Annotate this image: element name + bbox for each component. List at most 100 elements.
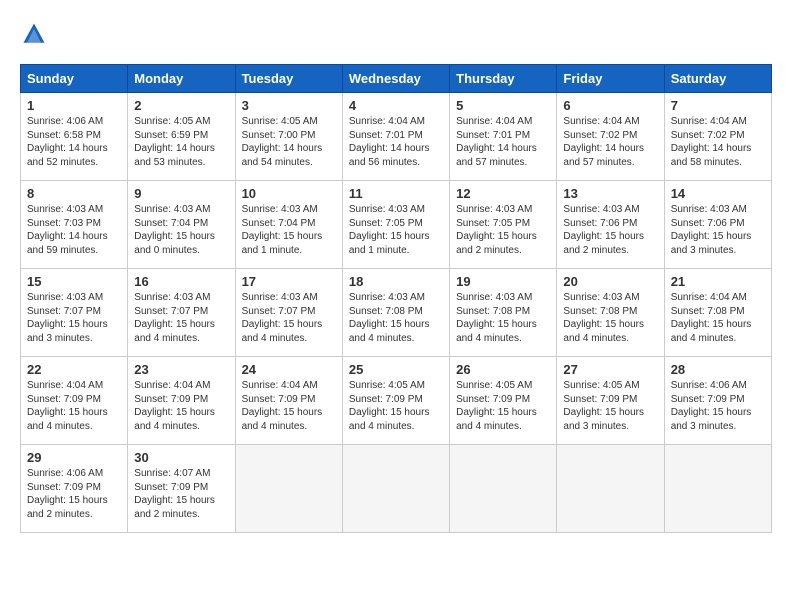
day-info: Sunrise: 4:04 AMSunset: 7:02 PMDaylight:… (671, 115, 765, 169)
day-info: Sunrise: 4:03 AMSunset: 7:04 PMDaylight:… (242, 203, 336, 257)
day-info: Sunrise: 4:04 AMSunset: 7:09 PMDaylight:… (134, 379, 228, 433)
day-number: 10 (242, 186, 336, 201)
calendar-day: 12 Sunrise: 4:03 AMSunset: 7:05 PMDayligh… (450, 181, 557, 269)
calendar-day: 20 Sunrise: 4:03 AMSunset: 7:08 PMDayligh… (557, 269, 664, 357)
weekday-header: Saturday (664, 65, 771, 93)
calendar-day: 21 Sunrise: 4:04 AMSunset: 7:08 PMDayligh… (664, 269, 771, 357)
calendar-day: 19 Sunrise: 4:03 AMSunset: 7:08 PMDayligh… (450, 269, 557, 357)
calendar-day: 16Sunrise: 4:03 AMSunset: 7:07 PMDayligh… (128, 269, 235, 357)
day-number: 25 (349, 362, 443, 377)
calendar-day: 13Sunrise: 4:03 AMSunset: 7:06 PMDayligh… (557, 181, 664, 269)
page-header (20, 20, 772, 48)
calendar-day: 24 Sunrise: 4:04 AMSunset: 7:09 PMDayligh… (235, 357, 342, 445)
calendar-day: 7 Sunrise: 4:04 AMSunset: 7:02 PMDaylight… (664, 93, 771, 181)
day-info: Sunrise: 4:03 AMSunset: 7:08 PMDaylight:… (456, 291, 550, 345)
day-number: 11 (349, 186, 443, 201)
calendar-week-row: 22Sunrise: 4:04 AMSunset: 7:09 PMDayligh… (21, 357, 772, 445)
calendar-day: 17 Sunrise: 4:03 AMSunset: 7:07 PMDayligh… (235, 269, 342, 357)
calendar-day: 8 Sunrise: 4:03 AMSunset: 7:03 PMDaylight… (21, 181, 128, 269)
day-info: Sunrise: 4:04 AMSunset: 7:08 PMDaylight:… (671, 291, 765, 345)
day-number: 29 (27, 450, 121, 465)
calendar-day (450, 445, 557, 533)
day-info: Sunrise: 4:06 AMSunset: 7:09 PMDaylight:… (671, 379, 765, 433)
day-info: Sunrise: 4:04 AMSunset: 7:02 PMDaylight:… (563, 115, 657, 169)
day-info: Sunrise: 4:03 AMSunset: 7:07 PMDaylight:… (242, 291, 336, 345)
day-number: 14 (671, 186, 765, 201)
day-number: 4 (349, 98, 443, 113)
calendar-week-row: 8 Sunrise: 4:03 AMSunset: 7:03 PMDaylight… (21, 181, 772, 269)
weekday-header: Tuesday (235, 65, 342, 93)
day-number: 23 (134, 362, 228, 377)
calendar-day: 22Sunrise: 4:04 AMSunset: 7:09 PMDayligh… (21, 357, 128, 445)
calendar-day: 5 Sunrise: 4:04 AMSunset: 7:01 PMDaylight… (450, 93, 557, 181)
day-info: Sunrise: 4:05 AMSunset: 7:09 PMDaylight:… (563, 379, 657, 433)
calendar-week-row: 15 Sunrise: 4:03 AMSunset: 7:07 PMDayligh… (21, 269, 772, 357)
day-info: Sunrise: 4:03 AMSunset: 7:08 PMDaylight:… (563, 291, 657, 345)
day-info: Sunrise: 4:03 AMSunset: 7:04 PMDaylight:… (134, 203, 228, 257)
calendar-day: 28 Sunrise: 4:06 AMSunset: 7:09 PMDayligh… (664, 357, 771, 445)
day-info: Sunrise: 4:03 AMSunset: 7:08 PMDaylight:… (349, 291, 443, 345)
day-info: Sunrise: 4:06 AMSunset: 7:09 PMDaylight:… (27, 467, 121, 521)
weekday-header: Monday (128, 65, 235, 93)
logo (20, 20, 52, 48)
day-info: Sunrise: 4:05 AMSunset: 7:00 PMDaylight:… (242, 115, 336, 169)
day-number: 19 (456, 274, 550, 289)
day-number: 15 (27, 274, 121, 289)
day-number: 9 (134, 186, 228, 201)
calendar-week-row: 29 Sunrise: 4:06 AMSunset: 7:09 PMDayligh… (21, 445, 772, 533)
day-number: 24 (242, 362, 336, 377)
calendar-day (235, 445, 342, 533)
calendar-day: 27 Sunrise: 4:05 AMSunset: 7:09 PMDayligh… (557, 357, 664, 445)
day-info: Sunrise: 4:04 AMSunset: 7:01 PMDaylight:… (456, 115, 550, 169)
calendar-day (342, 445, 449, 533)
day-info: Sunrise: 4:03 AMSunset: 7:03 PMDaylight:… (27, 203, 121, 257)
calendar-day: 3 Sunrise: 4:05 AMSunset: 7:00 PMDaylight… (235, 93, 342, 181)
weekday-header: Sunday (21, 65, 128, 93)
day-number: 12 (456, 186, 550, 201)
calendar-day: 29 Sunrise: 4:06 AMSunset: 7:09 PMDayligh… (21, 445, 128, 533)
day-info: Sunrise: 4:03 AMSunset: 7:07 PMDaylight:… (134, 291, 228, 345)
calendar-day: 23 Sunrise: 4:04 AMSunset: 7:09 PMDayligh… (128, 357, 235, 445)
day-info: Sunrise: 4:05 AMSunset: 6:59 PMDaylight:… (134, 115, 228, 169)
day-info: Sunrise: 4:07 AMSunset: 7:09 PMDaylight:… (134, 467, 228, 521)
day-number: 17 (242, 274, 336, 289)
calendar-day: 4Sunrise: 4:04 AMSunset: 7:01 PMDaylight… (342, 93, 449, 181)
calendar-day: 10 Sunrise: 4:03 AMSunset: 7:04 PMDayligh… (235, 181, 342, 269)
day-number: 28 (671, 362, 765, 377)
day-number: 21 (671, 274, 765, 289)
day-number: 27 (563, 362, 657, 377)
day-info: Sunrise: 4:03 AMSunset: 7:05 PMDaylight:… (456, 203, 550, 257)
calendar-day: 14 Sunrise: 4:03 AMSunset: 7:06 PMDayligh… (664, 181, 771, 269)
day-number: 20 (563, 274, 657, 289)
calendar-day (664, 445, 771, 533)
calendar-day: 2 Sunrise: 4:05 AMSunset: 6:59 PMDaylight… (128, 93, 235, 181)
weekday-header: Wednesday (342, 65, 449, 93)
weekday-header: Thursday (450, 65, 557, 93)
day-info: Sunrise: 4:04 AMSunset: 7:09 PMDaylight:… (242, 379, 336, 433)
day-info: Sunrise: 4:05 AMSunset: 7:09 PMDaylight:… (349, 379, 443, 433)
day-number: 13 (563, 186, 657, 201)
day-number: 18 (349, 274, 443, 289)
day-number: 8 (27, 186, 121, 201)
day-info: Sunrise: 4:03 AMSunset: 7:05 PMDaylight:… (349, 203, 443, 257)
calendar-day (557, 445, 664, 533)
day-number: 30 (134, 450, 228, 465)
day-number: 1 (27, 98, 121, 113)
day-info: Sunrise: 4:03 AMSunset: 7:07 PMDaylight:… (27, 291, 121, 345)
calendar-day: 25 Sunrise: 4:05 AMSunset: 7:09 PMDayligh… (342, 357, 449, 445)
day-number: 26 (456, 362, 550, 377)
day-number: 7 (671, 98, 765, 113)
day-info: Sunrise: 4:05 AMSunset: 7:09 PMDaylight:… (456, 379, 550, 433)
day-number: 6 (563, 98, 657, 113)
day-info: Sunrise: 4:03 AMSunset: 7:06 PMDaylight:… (671, 203, 765, 257)
day-info: Sunrise: 4:06 AMSunset: 6:58 PMDaylight:… (27, 115, 121, 169)
calendar-day: 30 Sunrise: 4:07 AMSunset: 7:09 PMDayligh… (128, 445, 235, 533)
logo-icon (20, 20, 48, 48)
calendar-day: 1 Sunrise: 4:06 AMSunset: 6:58 PMDaylight… (21, 93, 128, 181)
calendar-day: 18 Sunrise: 4:03 AMSunset: 7:08 PMDayligh… (342, 269, 449, 357)
calendar-header-row: SundayMondayTuesdayWednesdayThursdayFrid… (21, 65, 772, 93)
day-number: 3 (242, 98, 336, 113)
calendar-day: 26 Sunrise: 4:05 AMSunset: 7:09 PMDayligh… (450, 357, 557, 445)
day-number: 2 (134, 98, 228, 113)
day-number: 5 (456, 98, 550, 113)
